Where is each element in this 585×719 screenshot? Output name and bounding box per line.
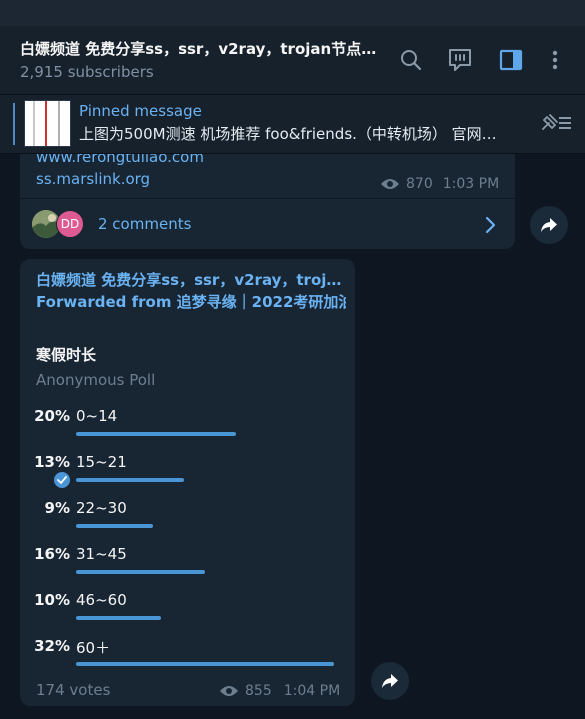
link-text[interactable]: ss.marslink.org xyxy=(36,170,150,188)
views-eye-icon xyxy=(381,179,399,189)
poll-message-bubble[interactable]: 白嫖频道 免费分享ss，ssr，v2ray，troj… Forwarded fr… xyxy=(20,259,355,706)
message-time: 1:03 PM xyxy=(442,176,500,192)
poll-option-percent: 10% xyxy=(34,591,70,609)
poll-option-text: 46~60 xyxy=(76,591,127,609)
forwarded-from-line: Forwarded from 追梦寻缘｜2022考研加油｜大一应考ing｜努力生… xyxy=(36,293,346,311)
search-icon[interactable] xyxy=(397,46,425,74)
pinned-indicator xyxy=(13,103,15,145)
poll-option-bar xyxy=(76,478,184,482)
poll-option: 20% 0~14 xyxy=(20,407,355,447)
forwarded-from[interactable]: Forwarded from 追梦寻缘｜2022考研加油｜大一应考ing｜努力生… xyxy=(36,291,346,313)
pinned-text: 上图为500M测速 机场推荐 foo&friends.（中转机场） 官网… xyxy=(79,125,497,143)
comments-link[interactable]: 2 comments xyxy=(98,215,191,233)
poll-question: 寒假时长 xyxy=(36,346,97,364)
channel-name[interactable]: 白嫖频道 免费分享ss，ssr，v2ray，troj… xyxy=(36,269,346,290)
share-icon xyxy=(541,218,557,232)
sidebar-toggle-icon[interactable] xyxy=(497,46,525,74)
poll-option-text: 31~45 xyxy=(76,545,127,563)
poll-option-text: 15~21 xyxy=(76,453,127,471)
divider xyxy=(20,198,515,199)
message-meta: 870 1:03 PM xyxy=(380,176,499,192)
share-button[interactable] xyxy=(371,662,409,700)
poll-option-bar xyxy=(76,570,205,574)
chat-header: 白嫖频道 免费分享ss，ssr，v2ray，trojan节点… 2,915 su… xyxy=(0,26,585,95)
poll-option-bar xyxy=(76,524,153,528)
share-button[interactable] xyxy=(530,206,568,244)
poll-option-bar xyxy=(76,432,236,436)
poll-option-percent: 9% xyxy=(44,499,70,517)
chevron-right-icon[interactable] xyxy=(484,216,496,238)
poll-option-text: 60＋ xyxy=(76,639,111,657)
vote-count[interactable]: 174 votes xyxy=(36,681,110,699)
subscriber-count: 2,915 subscribers xyxy=(20,63,154,81)
poll-type: Anonymous Poll xyxy=(36,371,156,389)
message-bubble[interactable]: www.rerongtuliao.com ss.marslink.org 870… xyxy=(20,140,515,249)
poll-option: 9% 22~30 xyxy=(20,499,355,539)
poll-option-percent: 16% xyxy=(34,545,70,563)
poll-option-percent: 13% xyxy=(34,453,70,471)
pinned-message-bar[interactable]: Pinned message 上图为500M测速 机场推荐 foo&friend… xyxy=(0,95,585,154)
pinned-list-icon[interactable] xyxy=(537,109,573,137)
poll-option-bar xyxy=(76,662,334,666)
view-count: 855 xyxy=(245,683,272,699)
poll-option-percent: 32% xyxy=(34,637,70,655)
poll-option-percent: 20% xyxy=(34,407,70,425)
channel-title[interactable]: 白嫖频道 免费分享ss，ssr，v2ray，trojan节点… xyxy=(20,38,380,59)
poll-option: 16% 31~45 xyxy=(20,545,355,585)
poll-option-text: 0~14 xyxy=(76,407,118,425)
poll-option-bar xyxy=(76,616,161,620)
message-time: 1:04 PM xyxy=(283,683,341,699)
poll-option: 13% 15~21 xyxy=(20,453,355,493)
discussion-icon[interactable] xyxy=(446,46,474,74)
checkmark-icon xyxy=(54,472,70,488)
message-meta: 855 1:04 PM xyxy=(219,683,340,699)
more-icon[interactable] xyxy=(541,46,569,74)
pinned-label: Pinned message xyxy=(79,102,202,120)
poll-option: 32% 60＋ xyxy=(20,637,355,677)
window-top-strip xyxy=(0,0,585,26)
poll-option: 10% 46~60 xyxy=(20,591,355,631)
avatar: DD xyxy=(56,210,84,238)
views-eye-icon xyxy=(220,686,238,696)
pinned-thumbnail xyxy=(24,100,71,147)
share-icon xyxy=(382,674,398,688)
poll-option-text: 22~30 xyxy=(76,499,127,517)
view-count: 870 xyxy=(406,176,433,192)
